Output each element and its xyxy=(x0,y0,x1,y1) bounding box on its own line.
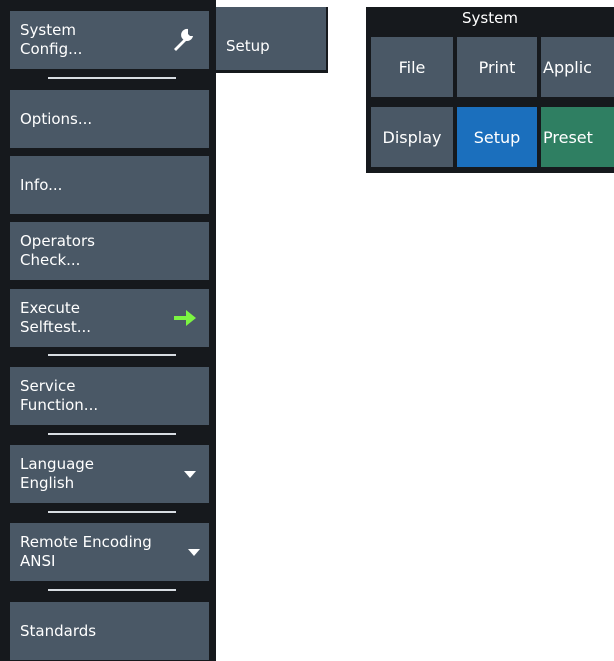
separator xyxy=(48,354,176,356)
softkey-panel: System Config... Options... Info... Oper… xyxy=(0,0,216,661)
info-label: Info... xyxy=(20,175,63,194)
execute-selftest-softkey[interactable]: Execute Selftest... xyxy=(10,289,209,347)
operators-check-label: Operators Check... xyxy=(20,232,95,269)
remote-encoding-softkey[interactable]: Remote Encoding ANSI xyxy=(10,523,209,581)
separator xyxy=(48,589,176,591)
standards-softkey[interactable]: Standards xyxy=(10,602,209,660)
language-value: English xyxy=(20,474,75,492)
system-config-label: System Config... xyxy=(20,21,83,58)
dropdown-triangle-icon xyxy=(187,547,201,557)
language-softkey[interactable]: Language English xyxy=(10,445,209,503)
execute-selftest-label: Execute Selftest... xyxy=(20,299,92,336)
options-softkey[interactable]: Options... xyxy=(10,90,209,148)
remote-encoding-label: Remote Encoding ANSI xyxy=(20,533,152,570)
service-function-softkey[interactable]: Service Function... xyxy=(10,367,209,425)
preset-button[interactable]: Preset xyxy=(541,107,614,167)
file-button[interactable]: File xyxy=(371,37,453,97)
separator xyxy=(48,511,176,513)
right-arrow-icon xyxy=(173,309,197,327)
wrench-icon xyxy=(171,27,197,53)
remote-encoding-value: ANSI xyxy=(20,552,56,570)
separator xyxy=(48,77,176,79)
options-label: Options... xyxy=(20,109,93,128)
language-label: Language English xyxy=(20,455,95,492)
setup-tab-label: Setup xyxy=(226,37,270,55)
applic-button[interactable]: Applic xyxy=(541,37,614,97)
setup-tab[interactable]: Setup xyxy=(216,7,328,73)
system-group: System File Print Applic Display Setup P… xyxy=(366,7,614,173)
display-button[interactable]: Display xyxy=(371,107,453,167)
system-config-softkey[interactable]: System Config... xyxy=(10,11,209,69)
standards-label: Standards xyxy=(20,621,97,640)
print-button[interactable]: Print xyxy=(457,37,537,97)
separator xyxy=(48,433,176,435)
dropdown-triangle-icon xyxy=(183,469,197,479)
info-softkey[interactable]: Info... xyxy=(10,156,209,214)
service-function-label: Service Function... xyxy=(20,377,99,414)
system-group-title: System xyxy=(462,9,518,27)
setup-button[interactable]: Setup xyxy=(457,107,537,167)
operators-check-softkey[interactable]: Operators Check... xyxy=(10,222,209,280)
